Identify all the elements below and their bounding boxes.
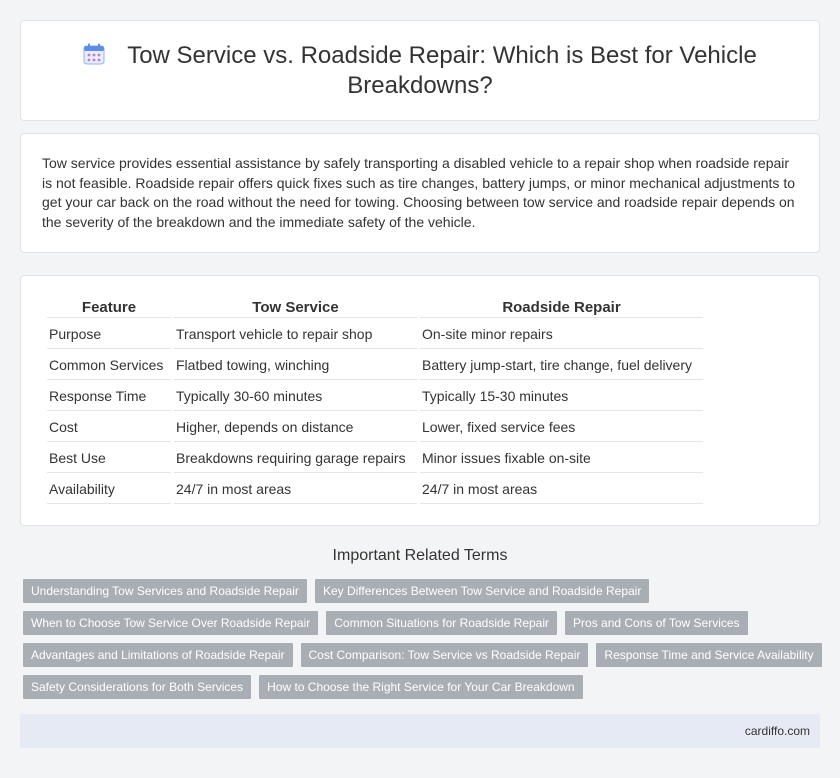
table-row: Cost Higher, depends on distance Lower, … [47, 412, 703, 442]
related-term-tag[interactable]: Response Time and Service Availability [596, 643, 822, 667]
table-cell: Best Use [47, 443, 171, 473]
table-row: Best Use Breakdowns requiring garage rep… [47, 443, 703, 473]
table-cell: Higher, depends on distance [174, 412, 417, 442]
table-cell: Availability [47, 474, 171, 504]
tag-row: Safety Considerations for Both Services … [23, 675, 823, 699]
related-term-tag[interactable]: Pros and Cons of Tow Services [565, 611, 748, 635]
related-term-tag[interactable]: Cost Comparison: Tow Service vs Roadside… [300, 643, 589, 667]
table-cell: Typically 30-60 minutes [174, 381, 417, 411]
table-cell: Breakdowns requiring garage repairs [174, 443, 417, 473]
table-cell: 24/7 in most areas [420, 474, 703, 504]
footer: cardiffo.com [20, 714, 820, 748]
table-cell: Minor issues fixable on-site [420, 443, 703, 473]
table-cell: Lower, fixed service fees [420, 412, 703, 442]
table-cell: Transport vehicle to repair shop [174, 319, 417, 349]
table-cell: Cost [47, 412, 171, 442]
tag-row: Understanding Tow Services and Roadside … [23, 579, 823, 603]
related-term-tag[interactable]: Safety Considerations for Both Services [23, 675, 252, 699]
page-title-wrap: Tow Service vs. Roadside Repair: Which i… [81, 41, 759, 101]
table-cell: On-site minor repairs [420, 319, 703, 349]
table-row: Availability 24/7 in most areas 24/7 in … [47, 474, 703, 504]
header-card: Tow Service vs. Roadside Repair: Which i… [20, 20, 820, 121]
tag-row: When to Choose Tow Service Over Roadside… [23, 611, 823, 635]
calendar-icon [83, 43, 105, 65]
related-term-tag[interactable]: How to Choose the Right Service for Your… [259, 675, 583, 699]
table-header-row: Feature Tow Service Roadside Repair [47, 297, 703, 318]
table-row: Purpose Transport vehicle to repair shop… [47, 319, 703, 349]
intro-card: Tow service provides essential assistanc… [20, 133, 820, 253]
related-term-tag[interactable]: Understanding Tow Services and Roadside … [23, 579, 307, 603]
table-cell: Common Services [47, 350, 171, 380]
footer-site-link[interactable]: cardiffo.com [745, 724, 810, 738]
table-cell: Typically 15-30 minutes [420, 381, 703, 411]
related-term-tag[interactable]: Common Situations for Roadside Repair [326, 611, 558, 635]
related-term-tag[interactable]: When to Choose Tow Service Over Roadside… [23, 611, 319, 635]
table-cell: Response Time [47, 381, 171, 411]
related-term-tag[interactable]: Advantages and Limitations of Roadside R… [23, 643, 293, 667]
column-header-feature: Feature [47, 297, 171, 318]
column-header-tow-service: Tow Service [174, 297, 417, 318]
tag-row: Advantages and Limitations of Roadside R… [23, 643, 823, 667]
comparison-card: Feature Tow Service Roadside Repair Purp… [20, 275, 820, 526]
table-row: Common Services Flatbed towing, winching… [47, 350, 703, 380]
column-header-roadside-repair: Roadside Repair [420, 297, 703, 318]
related-terms-heading: Important Related Terms [332, 547, 508, 564]
comparison-table: Feature Tow Service Roadside Repair Purp… [44, 296, 706, 505]
page-title: Tow Service vs. Roadside Repair: Which i… [127, 42, 757, 99]
intro-paragraph: Tow service provides essential assistanc… [42, 155, 795, 230]
table-cell: Flatbed towing, winching [174, 350, 417, 380]
table-row: Response Time Typically 30-60 minutes Ty… [47, 381, 703, 411]
table-cell: 24/7 in most areas [174, 474, 417, 504]
table-cell: Battery jump-start, tire change, fuel de… [420, 350, 703, 380]
related-term-tag[interactable]: Key Differences Between Tow Service and … [314, 579, 650, 603]
related-terms-list: Understanding Tow Services and Roadside … [23, 579, 823, 707]
table-cell: Purpose [47, 319, 171, 349]
